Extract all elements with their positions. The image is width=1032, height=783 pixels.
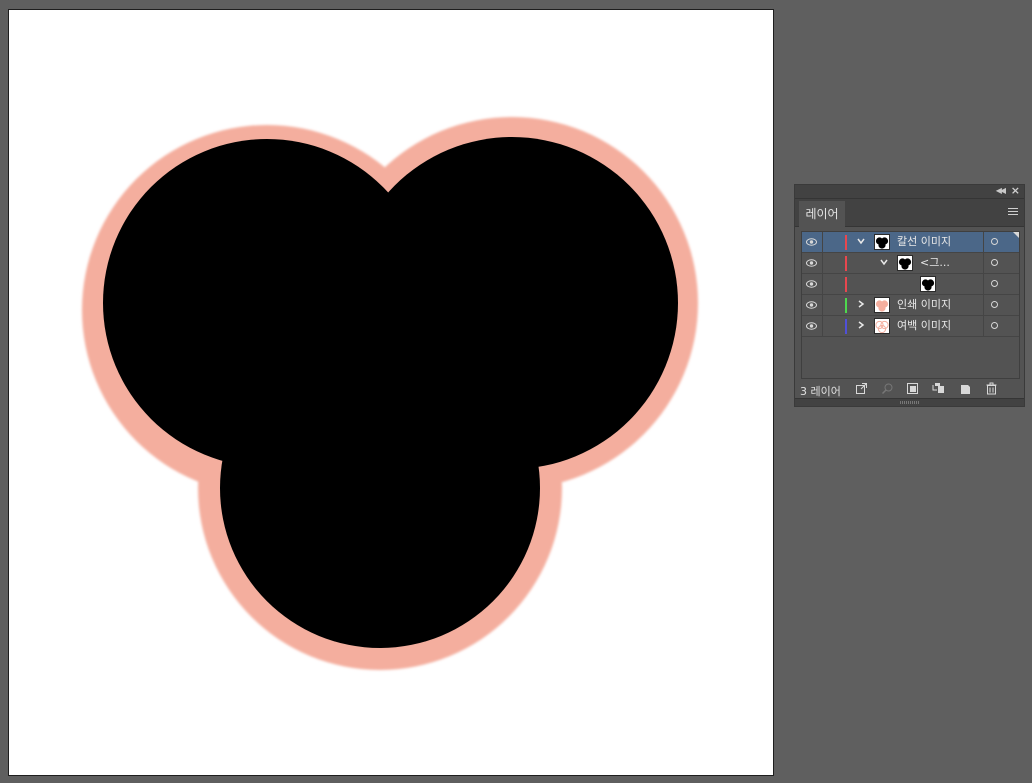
chevron-right-icon[interactable]	[856, 320, 866, 330]
layer-row-margin-image[interactable]: 여백 이미지	[802, 316, 1019, 337]
layer-thumbnail	[874, 234, 890, 250]
shape-canvas	[82, 117, 698, 670]
visibility-eye-icon[interactable]	[806, 300, 817, 310]
layer-row-path[interactable]	[802, 274, 1019, 295]
black-shape	[103, 137, 678, 648]
layer-thumbnail	[897, 255, 913, 271]
target-circle-icon[interactable]	[991, 280, 998, 287]
layer-name[interactable]: 여백 이미지	[897, 320, 951, 332]
visibility-eye-icon[interactable]	[806, 258, 817, 268]
chevron-down-icon[interactable]	[879, 257, 889, 267]
new-layer-icon[interactable]	[959, 382, 972, 395]
target-circle-icon[interactable]	[991, 238, 998, 245]
trash-icon[interactable]	[985, 382, 998, 395]
search-icon[interactable]	[881, 382, 894, 395]
layer-color-bar	[845, 277, 847, 292]
layer-row-cut-image[interactable]: 칼선 이미지	[802, 232, 1019, 253]
clip-mask-icon[interactable]	[906, 382, 919, 395]
target-circle-icon[interactable]	[991, 322, 998, 329]
export-icon[interactable]	[855, 382, 868, 395]
panel-footer: 3 레이어	[795, 381, 1024, 399]
panel-menu-icon[interactable]	[1008, 208, 1018, 217]
selection-corner-icon	[1013, 232, 1019, 238]
layer-name[interactable]: 인쇄 이미지	[897, 299, 951, 311]
visibility-eye-icon[interactable]	[806, 321, 817, 331]
layer-color-bar	[845, 256, 847, 271]
panel-title-bar[interactable]: ◀◀ ×	[795, 185, 1024, 199]
layer-name[interactable]: 칼선 이미지	[897, 236, 951, 248]
visibility-eye-icon[interactable]	[806, 237, 817, 247]
chevron-right-icon[interactable]	[856, 299, 866, 309]
chevron-down-icon[interactable]	[856, 236, 866, 246]
layer-thumbnail	[874, 318, 890, 334]
tab-layers[interactable]: 레이어	[799, 201, 845, 227]
collapse-panel-icon[interactable]: ◀◀	[996, 186, 1006, 196]
layer-row-print-image[interactable]: 인쇄 이미지	[802, 295, 1019, 316]
close-icon[interactable]: ×	[1011, 185, 1020, 197]
panel-tab-row: 레이어	[795, 199, 1024, 227]
layer-count: 3 레이어	[800, 385, 841, 398]
layer-list: 칼선 이미지 <그... 인쇄 이미지 여백 이미지	[801, 231, 1020, 379]
layer-color-bar	[845, 319, 847, 334]
target-circle-icon[interactable]	[991, 301, 998, 308]
layer-thumbnail	[920, 276, 936, 292]
layer-color-bar	[845, 235, 847, 250]
layer-color-bar	[845, 298, 847, 313]
artboard[interactable]	[8, 9, 774, 776]
target-circle-icon[interactable]	[991, 259, 998, 266]
panel-resize-grip[interactable]	[795, 398, 1024, 406]
sublayer-icon[interactable]	[932, 382, 945, 395]
layer-thumbnail	[874, 297, 890, 313]
visibility-eye-icon[interactable]	[806, 279, 817, 289]
layer-row-group[interactable]: <그...	[802, 253, 1019, 274]
layers-panel: ◀◀ × 레이어 칼선 이미지 <그... 인쇄 이미지 여백 이미지 3 레이…	[794, 184, 1025, 407]
layer-name[interactable]: <그...	[920, 257, 950, 269]
